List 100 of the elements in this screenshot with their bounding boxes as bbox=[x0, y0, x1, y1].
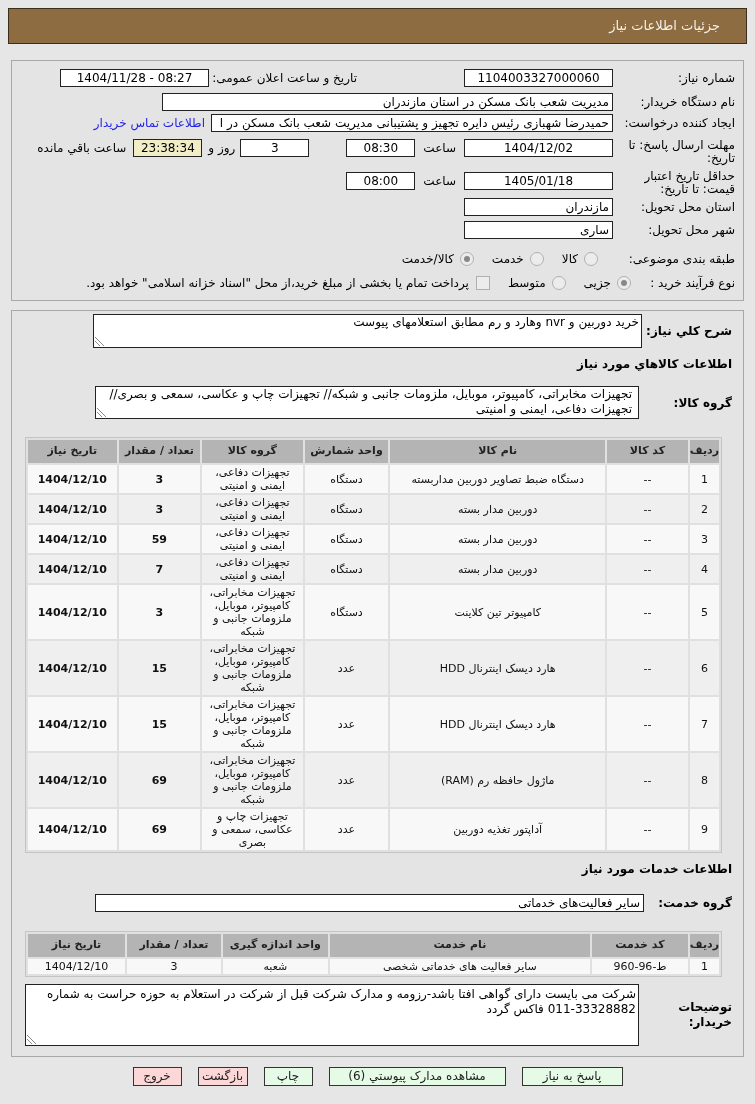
table-cell: 1 bbox=[689, 959, 719, 974]
field-label: روز و bbox=[208, 140, 236, 157]
field-label: طبقه بندی موضوعی: bbox=[627, 251, 735, 268]
field-label: گروه کالا: bbox=[672, 394, 732, 412]
table-cell: تجهیزات دفاعی، ایمنی و امنیتی bbox=[202, 495, 303, 523]
column-header: واحد شمارش bbox=[304, 440, 389, 463]
column-header: ردیف bbox=[689, 934, 719, 957]
resize-grip-icon[interactable] bbox=[95, 337, 104, 346]
table-cell: 59 bbox=[118, 525, 201, 553]
form-button[interactable]: چاپ bbox=[263, 1067, 313, 1086]
table-cell: -- bbox=[607, 465, 688, 493]
table-cell: 5 bbox=[689, 585, 719, 639]
form-button[interactable]: بازگشت bbox=[197, 1067, 248, 1086]
table-cell: دستگاه bbox=[304, 555, 389, 583]
table-cell: دستگاه bbox=[304, 495, 389, 523]
field-label: ساعت باقي مانده bbox=[37, 140, 127, 157]
field-label: مهلت ارسال پاسخ: تا تاریخ: bbox=[627, 139, 735, 165]
table-cell: تجهیزات چاپ و عکاسی، سمعی و بصری bbox=[202, 809, 303, 850]
form-button[interactable]: خروج bbox=[132, 1067, 182, 1086]
column-header: تاریخ نیاز bbox=[28, 934, 125, 957]
table-cell: تجهیزات مخابراتی، کامپیوتر، موبایل، ملزومات جانبی و شبکه bbox=[202, 585, 303, 639]
table-cell: دستگاه bbox=[304, 525, 389, 553]
table-cell: 15 bbox=[118, 641, 201, 695]
checkbox-label: پرداخت تمام یا بخشی از مبلغ خرید،از محل "اسناد خزانه اسلامی" خواهد بود. bbox=[86, 275, 469, 292]
text-field[interactable]: 08:00 bbox=[346, 172, 416, 190]
table-cell: دستگاه ضبط تصاویر دوربین مداربسته bbox=[390, 465, 606, 493]
table-cell: تجهیزات دفاعی، ایمنی و امنیتی bbox=[202, 465, 303, 493]
text-field[interactable]: 3 bbox=[240, 139, 310, 157]
text-field[interactable]: 1104003327000060 bbox=[464, 69, 613, 87]
table-cell: 7 bbox=[118, 555, 201, 583]
field-label: توضیحات خریدار: bbox=[677, 1000, 732, 1030]
table-cell: دوربین مدار بسته bbox=[390, 495, 606, 523]
radio-button[interactable] bbox=[551, 276, 566, 290]
field-label: شهر محل تحویل: bbox=[647, 222, 735, 239]
text-area[interactable]: خرید دوربین و nvr وهارد و رم مطابق استعلامهای پیوست bbox=[93, 314, 642, 348]
table-cell: 1404/12/10 bbox=[28, 809, 117, 850]
form-button[interactable]: مشاهده مدارک پیوستي (6) bbox=[328, 1067, 506, 1086]
table-cell: شعبه bbox=[223, 959, 328, 974]
table-cell: -- bbox=[607, 585, 688, 639]
contact-link[interactable]: اطلاعات تماس خریدار bbox=[93, 114, 205, 132]
table-cell: تجهیزات دفاعی، ایمنی و امنیتی bbox=[202, 555, 303, 583]
table-cell: تجهیزات مخابراتی، کامپیوتر، موبایل، ملزومات جانبی و شبکه bbox=[202, 753, 303, 807]
table-cell: 15 bbox=[118, 697, 201, 751]
table-cell: سایر فعالیت های خدماتی شخصی bbox=[329, 959, 591, 974]
resize-grip-icon[interactable] bbox=[97, 408, 106, 417]
radio-button[interactable] bbox=[584, 252, 598, 266]
text-field[interactable]: 1404/12/02 bbox=[464, 139, 613, 157]
radio-label: کالا/خدمت bbox=[401, 251, 454, 268]
table-cell: -- bbox=[607, 495, 688, 523]
text-field[interactable]: 23:38:34 bbox=[133, 139, 203, 157]
section-heading: اطلاعات خدمات مورد نیاز bbox=[581, 861, 732, 877]
field-label: ساعت bbox=[423, 140, 456, 157]
field-label: ایجاد کننده درخواست: bbox=[623, 115, 735, 132]
table-cell: تجهیزات مخابراتی، کامپیوتر، موبایل، ملزومات جانبی و شبکه bbox=[202, 697, 303, 751]
table-cell: 1 bbox=[689, 465, 719, 493]
text-field[interactable]: حمیدرضا شهبازی رئیس دایره تجهیز و پشتیبانی مدیریت شعب بانک مسکن در ا bbox=[211, 114, 613, 132]
column-header: نام خدمت bbox=[329, 934, 591, 957]
field-label: ساعت bbox=[423, 173, 456, 190]
radio-label: خدمت bbox=[491, 251, 524, 268]
table-cell: -- bbox=[607, 697, 688, 751]
table-cell: 1404/12/10 bbox=[28, 585, 117, 639]
table-cell: 9 bbox=[689, 809, 719, 850]
text-field[interactable]: ساری bbox=[464, 221, 613, 239]
checkbox[interactable] bbox=[475, 276, 490, 290]
table-cell: 3 bbox=[118, 465, 201, 493]
resize-grip-icon[interactable] bbox=[27, 1035, 36, 1044]
table-cell: 6 bbox=[689, 641, 719, 695]
table-cell: کامپیوتر تین کلاینت bbox=[390, 585, 606, 639]
text-field[interactable]: مازندران bbox=[464, 198, 613, 216]
radio-button[interactable] bbox=[617, 276, 631, 290]
radio-button[interactable] bbox=[529, 252, 544, 266]
table-cell: 1404/12/10 bbox=[28, 495, 117, 523]
table-cell: تجهیزات مخابراتی، کامپیوتر، موبایل، ملزومات جانبی و شبکه bbox=[202, 641, 303, 695]
table-cell: دوربین مدار بسته bbox=[390, 525, 606, 553]
table-cell: دستگاه bbox=[304, 465, 389, 493]
table-cell: عدد bbox=[304, 753, 389, 807]
radio-label: متوسط bbox=[507, 275, 546, 292]
table-cell: آداپتور تغذیه دوربین bbox=[390, 809, 606, 850]
table-cell: 1404/12/10 bbox=[28, 753, 117, 807]
table-cell: 1404/12/10 bbox=[28, 465, 117, 493]
table-cell: ط-96-960 bbox=[592, 959, 688, 974]
table-cell: 8 bbox=[689, 753, 719, 807]
column-header: تاریخ نیاز bbox=[28, 440, 117, 463]
table-cell: 69 bbox=[118, 753, 201, 807]
text-area[interactable]: شرکت می بایست دارای گواهی افتا باشد-رزومه و مدارک شرکت قبل از شرکت در استعلام به حوزه حراست به شماره 33328882-011 فاکس گردد bbox=[25, 984, 639, 1046]
text-field[interactable]: سایر فعالیت‌های خدماتی bbox=[95, 894, 644, 912]
radio-button[interactable] bbox=[459, 252, 474, 266]
text-area[interactable]: تجهیزات مخابراتی، کامپیوتر، موبایل، ملزومات جانبی و شبکه// تجهیزات چاپ و عکاسی، سمعی و بصری// تجهیزات دفاعی، ایمنی و امنیتی bbox=[95, 386, 639, 419]
text-field[interactable]: مدیریت شعب بانک مسکن در استان مازندران bbox=[162, 93, 613, 111]
table-cell: 1404/12/10 bbox=[28, 641, 117, 695]
field-label: شماره نیاز: bbox=[677, 70, 735, 87]
column-header: کد خدمت bbox=[592, 934, 688, 957]
text-field[interactable]: 1405/01/18 bbox=[464, 172, 613, 190]
text-field[interactable]: 1404/11/28 - 08:27 bbox=[60, 69, 209, 87]
table-cell: 1404/12/10 bbox=[28, 555, 117, 583]
table-cell: تجهیزات دفاعی، ایمنی و امنیتی bbox=[202, 525, 303, 553]
text-field[interactable]: 08:30 bbox=[346, 139, 416, 157]
column-header: نام کالا bbox=[390, 440, 606, 463]
form-button[interactable]: پاسخ به نیاز bbox=[521, 1067, 623, 1086]
table-cell: 3 bbox=[118, 585, 201, 639]
